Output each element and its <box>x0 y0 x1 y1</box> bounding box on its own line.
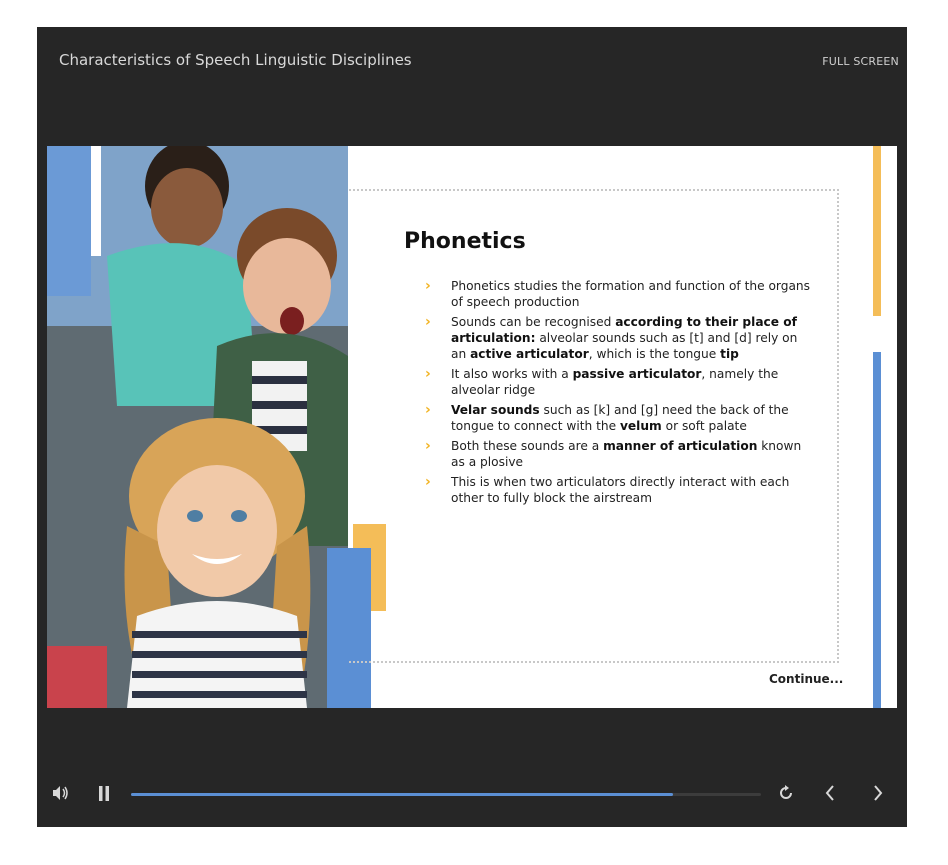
bullet-bold-text: active articulator <box>470 347 589 361</box>
decor-blue-bar-right <box>873 352 881 708</box>
bullet-item: › It also works with a passive articulat… <box>425 366 811 398</box>
decor-yellow-bar-right <box>873 146 881 316</box>
volume-icon[interactable] <box>52 785 70 806</box>
bullet-text: Sounds can be recognised <box>451 315 616 329</box>
chevron-right-bullet-icon: › <box>425 366 431 382</box>
bullet-list: › Phonetics studies the formation and fun… <box>425 278 811 510</box>
chevron-right-bullet-icon: › <box>425 438 431 454</box>
chevron-right-icon[interactable] <box>872 784 884 807</box>
decor-blue-block-left <box>47 146 91 296</box>
progress-fill <box>131 793 673 796</box>
replay-icon[interactable] <box>777 784 795 807</box>
bullet-bold-text: Velar sounds <box>451 403 540 417</box>
bullet-bold-text: velum <box>619 419 662 433</box>
bullet-item: › Velar sounds such as [k] and [g] need t… <box>425 402 811 434</box>
bullet-text: This is when two articulators directly i… <box>451 475 790 505</box>
bullet-bold-text: passive articulator <box>572 367 702 381</box>
bullet-item: › Sounds can be recognised according to t… <box>425 314 811 362</box>
bullet-item: › Both these sounds are a manner of artic… <box>425 438 811 470</box>
chevron-right-bullet-icon: › <box>425 278 431 294</box>
bullet-item: › This is when two articulators directly … <box>425 474 811 506</box>
bullet-text: or soft palate <box>661 419 747 433</box>
fullscreen-button[interactable]: FULL SCREEN <box>822 55 899 68</box>
chevron-right-bullet-icon: › <box>425 402 431 418</box>
slide: Phonetics › Phonetics studies the formati… <box>47 146 897 708</box>
chevron-right-bullet-icon: › <box>425 314 431 330</box>
bullet-text: , which is the tongue <box>588 347 721 361</box>
progress-bar[interactable] <box>131 793 761 796</box>
bullet-text: Phonetics studies the formation and func… <box>451 279 811 309</box>
player-title: Characteristics of Speech Linguistic Dis… <box>59 51 412 69</box>
continue-button[interactable]: Continue... <box>769 672 843 686</box>
media-player: Characteristics of Speech Linguistic Dis… <box>37 27 907 827</box>
decor-white-strip <box>91 146 101 256</box>
bullet-text: It also works with a <box>451 367 573 381</box>
chevron-left-icon[interactable] <box>824 784 836 807</box>
bullet-text: Both these sounds are a <box>451 439 604 453</box>
bullet-item: › Phonetics studies the formation and fun… <box>425 278 811 310</box>
player-controls <box>37 779 907 809</box>
bullet-bold-text: tip <box>720 347 739 361</box>
pause-icon[interactable] <box>98 786 110 806</box>
chevron-right-bullet-icon: › <box>425 474 431 490</box>
bullet-bold-text: manner of articulation <box>603 439 758 453</box>
slide-heading: Phonetics <box>404 229 526 254</box>
